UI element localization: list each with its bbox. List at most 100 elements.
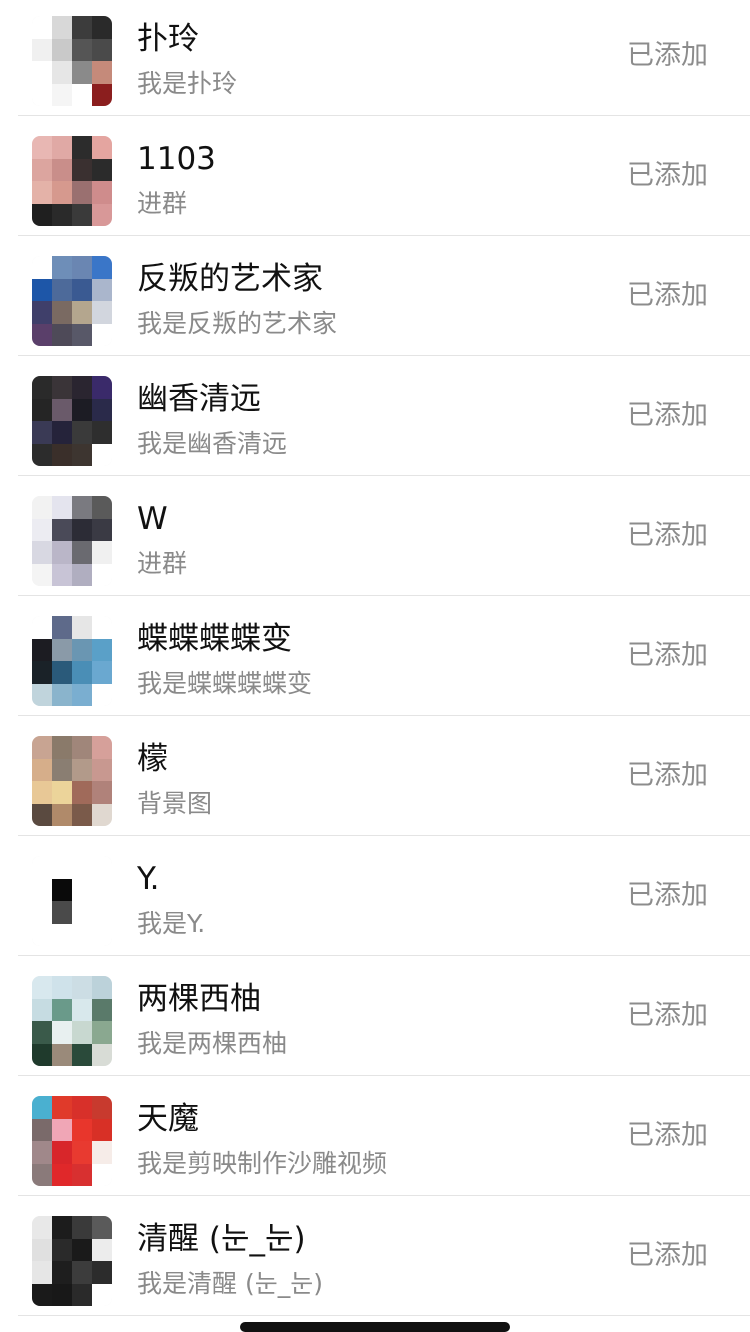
contact-row[interactable]: W 进群 已添加 [0, 476, 750, 596]
contact-message: 我是清醒 (눈_눈) [137, 1269, 323, 1298]
contact-row[interactable]: 扑玲 我是扑玲 已添加 [0, 0, 750, 116]
avatar-mosaic-cell [52, 683, 72, 706]
avatar-mosaic-cell [32, 181, 52, 204]
added-status-label: 已添加 [627, 1000, 708, 1031]
avatar-mosaic-cell [72, 781, 92, 804]
contact-message: 我是扑玲 [137, 69, 238, 98]
avatar-mosaic-cell [52, 136, 72, 159]
added-status-label: 已添加 [627, 520, 708, 551]
avatar-mosaic-cell [32, 83, 52, 106]
avatar-mosaic-cell [92, 496, 112, 519]
avatar-mosaic-cell [32, 1238, 52, 1261]
avatar-mosaic-cell [52, 661, 72, 684]
avatar-mosaic-cell [72, 661, 92, 684]
avatar-mosaic-cell [32, 781, 52, 804]
avatar-mosaic-cell [72, 323, 92, 346]
avatar-mosaic-cell [32, 998, 52, 1021]
avatar-mosaic-cell [52, 323, 72, 346]
avatar-mosaic-cell [52, 803, 72, 826]
avatar-mosaic-cell [92, 563, 112, 586]
avatar-mosaic-cell [92, 856, 112, 879]
avatar-mosaic-cell [92, 923, 112, 946]
avatar-mosaic-cell [92, 683, 112, 706]
avatar-mosaic-cell [32, 1141, 52, 1164]
avatar-mosaic-cell [92, 421, 112, 444]
avatar-mosaic-cell [52, 998, 72, 1021]
avatar-mosaic-cell [72, 758, 92, 781]
avatar-mosaic-cell [72, 1021, 92, 1044]
avatar-mosaic-cell [92, 976, 112, 999]
contact-name: 1103 [137, 141, 216, 177]
avatar-mosaic-cell [72, 901, 92, 924]
avatar [32, 376, 112, 466]
avatar-mosaic-cell [32, 158, 52, 181]
avatar-mosaic-cell [32, 616, 52, 639]
avatar-mosaic-cell [72, 16, 92, 39]
avatar-mosaic-cell [92, 781, 112, 804]
avatar-mosaic-cell [52, 61, 72, 84]
avatar-mosaic-cell [72, 541, 92, 564]
contact-row[interactable]: Y. 我是Y. 已添加 [0, 836, 750, 956]
avatar-mosaic-cell [52, 1216, 72, 1239]
avatar-mosaic-cell [52, 1238, 72, 1261]
avatar-mosaic-cell [52, 158, 72, 181]
avatar-mosaic-cell [52, 736, 72, 759]
avatar-mosaic-cell [32, 976, 52, 999]
avatar-mosaic-cell [72, 421, 92, 444]
avatar-mosaic-cell [52, 398, 72, 421]
avatar-mosaic-cell [92, 758, 112, 781]
avatar-mosaic-cell [92, 181, 112, 204]
avatar-mosaic-cell [92, 1216, 112, 1239]
contact-row[interactable]: 幽香清远 我是幽香清远 已添加 [0, 356, 750, 476]
avatar-mosaic-cell [72, 1043, 92, 1066]
avatar-mosaic-cell [92, 278, 112, 301]
avatar-mosaic-cell [32, 518, 52, 541]
avatar-mosaic-cell [92, 1261, 112, 1284]
avatar-mosaic-cell [72, 1163, 92, 1186]
avatar-mosaic-cell [52, 1118, 72, 1141]
contact-row[interactable]: 天魔 我是剪映制作沙雕视频 已添加 [0, 1076, 750, 1196]
avatar-mosaic-cell [92, 998, 112, 1021]
contact-row[interactable]: 檬 背景图 已添加 [0, 716, 750, 836]
added-contacts-list: 扑玲 我是扑玲 已添加 1103 进群 已添加 反叛的艺术家 我是反叛的艺术家 … [0, 0, 750, 1316]
avatar-mosaic-cell [92, 158, 112, 181]
avatar-mosaic-cell [32, 323, 52, 346]
contact-row[interactable]: 蝶蝶蝶蝶变 我是蝶蝶蝶蝶变 已添加 [0, 596, 750, 716]
contact-name: 扑玲 [137, 21, 199, 57]
avatar-mosaic-cell [92, 83, 112, 106]
contact-name: W [137, 501, 168, 537]
avatar-mosaic-cell [32, 923, 52, 946]
avatar-mosaic-cell [32, 1043, 52, 1066]
avatar-mosaic-cell [32, 443, 52, 466]
avatar-mosaic-cell [92, 878, 112, 901]
added-status-label: 已添加 [627, 880, 708, 911]
avatar-mosaic-cell [32, 1118, 52, 1141]
avatar [32, 856, 112, 946]
avatar-mosaic-cell [72, 1096, 92, 1119]
avatar-mosaic-cell [92, 736, 112, 759]
contact-row[interactable]: 1103 进群 已添加 [0, 116, 750, 236]
avatar-mosaic-cell [32, 1261, 52, 1284]
avatar-mosaic-cell [32, 398, 52, 421]
avatar-mosaic-cell [92, 61, 112, 84]
avatar-mosaic-cell [92, 38, 112, 61]
avatar-mosaic-cell [72, 158, 92, 181]
avatar-mosaic-cell [72, 803, 92, 826]
contact-message: 我是剪映制作沙雕视频 [137, 1149, 388, 1178]
avatar-mosaic-cell [32, 1163, 52, 1186]
contact-row[interactable]: 清醒 (눈_눈) 我是清醒 (눈_눈) 已添加 [0, 1196, 750, 1316]
added-status-label: 已添加 [627, 400, 708, 431]
avatar-mosaic-cell [32, 856, 52, 879]
avatar-mosaic-cell [72, 38, 92, 61]
contact-row[interactable]: 反叛的艺术家 我是反叛的艺术家 已添加 [0, 236, 750, 356]
avatar-mosaic-cell [92, 1096, 112, 1119]
avatar-mosaic-cell [72, 563, 92, 586]
avatar-mosaic-cell [92, 256, 112, 279]
avatar-mosaic-cell [72, 203, 92, 226]
avatar-mosaic-cell [32, 683, 52, 706]
avatar-mosaic-cell [32, 61, 52, 84]
avatar-mosaic-cell [32, 541, 52, 564]
contact-row[interactable]: 两棵西柚 我是两棵西柚 已添加 [0, 956, 750, 1076]
avatar-mosaic-cell [52, 1261, 72, 1284]
avatar-mosaic-cell [92, 1043, 112, 1066]
